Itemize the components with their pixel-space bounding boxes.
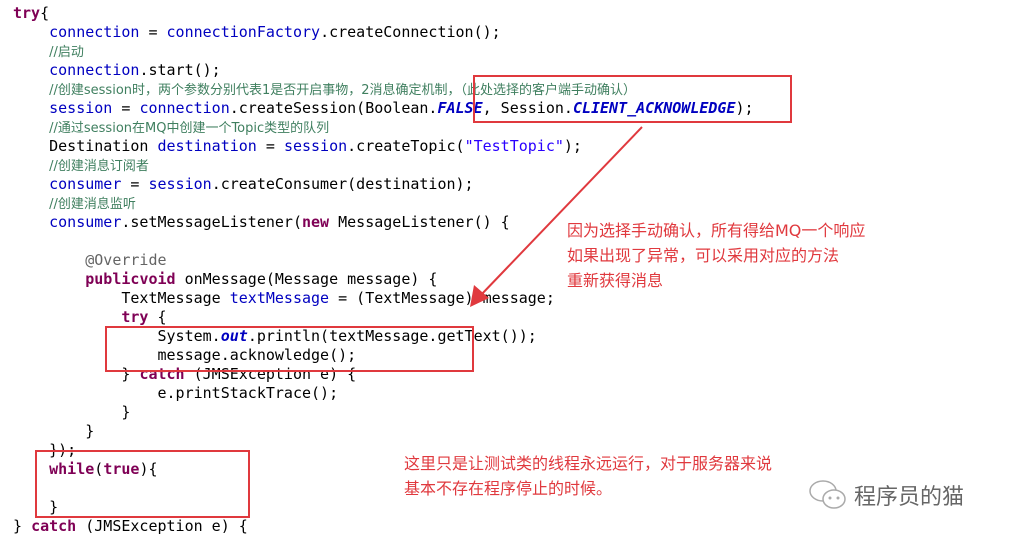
watermark: 程序员的猫	[808, 478, 964, 512]
note-line: 因为选择手动确认，所有得给MQ一个响应	[567, 221, 866, 240]
note-line: 这里只是让测试类的线程永远运行，对于服务器来说	[404, 454, 773, 473]
watermark-text: 程序员的猫	[854, 485, 965, 510]
note-line: 如果出现了异常，可以采用对应的方法	[567, 246, 840, 265]
annotation-note-1: 因为选择手动确认，所有得给MQ一个响应 如果出现了异常，可以采用对应的方法 重新…	[567, 218, 865, 293]
note-line: 基本不存在程序停止的时候。	[404, 479, 613, 498]
note-line: 重新获得消息	[567, 271, 664, 290]
wechat-icon	[809, 480, 846, 509]
annotation-note-2: 这里只是让测试类的线程永远运行，对于服务器来说 基本不存在程序停止的时候。	[404, 451, 772, 501]
